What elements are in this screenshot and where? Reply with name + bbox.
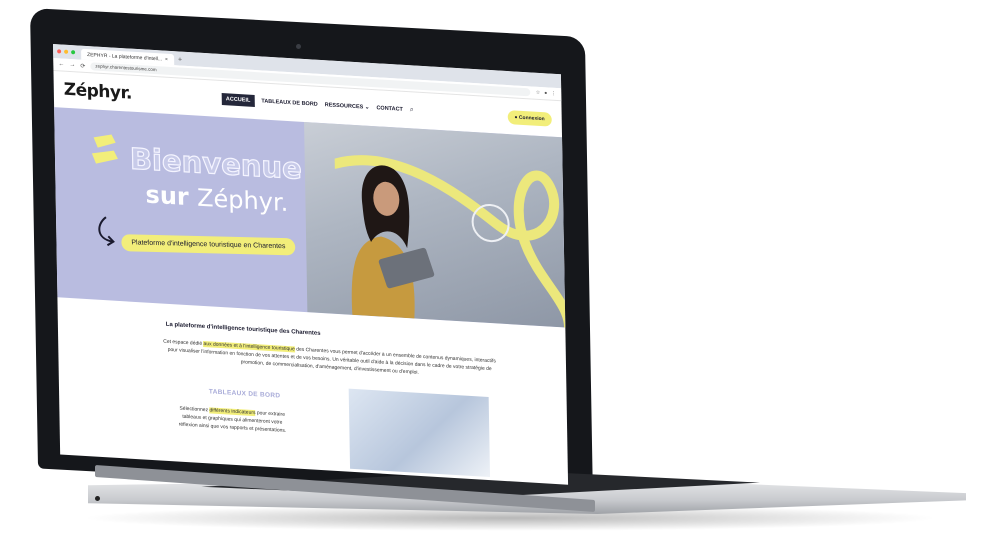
laptop-screen: ZEPHYR - La plateforme d'intell... × + ←… [53,44,569,485]
back-icon[interactable]: ← [58,61,64,67]
nav-item-contact[interactable]: CONTACT [376,105,403,113]
main-content: La plateforme d'intelligence touristique… [57,297,568,481]
nav-item-tableaux-de-bord[interactable]: TABLEAUX DE BORD [261,98,318,107]
connect-button[interactable]: ● Connexion [507,110,552,127]
hero-title-prefix: sur [145,180,189,212]
search-icon[interactable]: ⌕ [410,106,414,114]
reload-icon[interactable]: ⟳ [80,62,85,69]
window-controls [57,44,76,59]
nav-item-accueil[interactable]: ACCUEIL [221,93,255,107]
yellow-accent-marks [91,134,118,164]
dashboards-photo [348,388,491,478]
hero-title-brand: Zéphyr. [196,183,289,218]
curved-arrow-icon [98,216,115,247]
connect-label: Connexion [518,114,545,123]
dashboards-text: Sélectionnez différents indicateurs pour… [177,404,287,435]
profile-icon[interactable]: ● [544,90,547,96]
menu-icon[interactable]: ⋮ [551,91,556,97]
hero-tagline: Plateforme d'intelligence touristique en… [120,234,296,256]
forward-icon[interactable]: → [69,62,75,68]
main-nav: ACCUEIL TABLEAUX DE BORD RESSOURCES ⌄ CO… [221,93,414,116]
hero-title-line1: Bienvenue [129,141,303,186]
laptop-port [95,496,100,501]
dashboards-title: TABLEAUX DE BORD [208,388,281,400]
browser-actions: ☆ ● ⋮ [536,90,557,97]
star-icon[interactable]: ☆ [536,90,541,96]
webcam [296,44,301,49]
woman-with-tablet-image [351,165,435,319]
maximize-window-icon[interactable] [71,50,76,55]
nav-item-ressources[interactable]: RESSOURCES ⌄ [325,102,370,111]
hero-banner: Bienvenue sur Zéphyr. Plateforme d'intel… [54,107,566,328]
close-window-icon[interactable] [57,49,62,54]
site-logo[interactable]: Zéphyr. [64,80,132,104]
minimize-window-icon[interactable] [64,49,69,54]
new-tab-button[interactable]: + [178,55,182,65]
boards-text-before: Sélectionnez [179,405,209,414]
intro-text-before: Cet espace dédié [163,338,203,347]
hero-title-line2: sur Zéphyr. [145,181,288,218]
close-tab-icon[interactable]: × [165,56,168,62]
tab-title: ZEPHYR - La plateforme d'intell... [87,51,163,62]
intro-text-after: des Charentes vous permet d'accéder à un… [167,346,496,376]
